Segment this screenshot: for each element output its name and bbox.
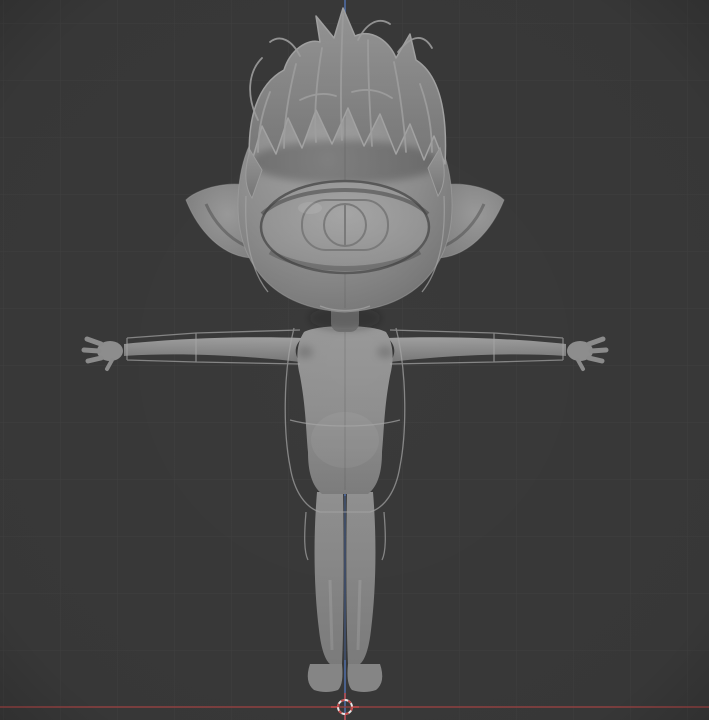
right-foot <box>347 664 383 692</box>
left-shin-highlight <box>328 579 334 651</box>
eye-highlight <box>298 202 322 214</box>
right-shin-highlight <box>356 579 362 651</box>
large-eye[interactable] <box>259 179 431 275</box>
right-armpit-shadow <box>377 346 393 358</box>
left-foot <box>307 664 343 692</box>
torso[interactable] <box>297 326 393 494</box>
viewport-canvas[interactable] <box>0 0 709 720</box>
left-armpit-shadow <box>297 346 313 358</box>
viewport-3d[interactable] <box>0 0 709 720</box>
